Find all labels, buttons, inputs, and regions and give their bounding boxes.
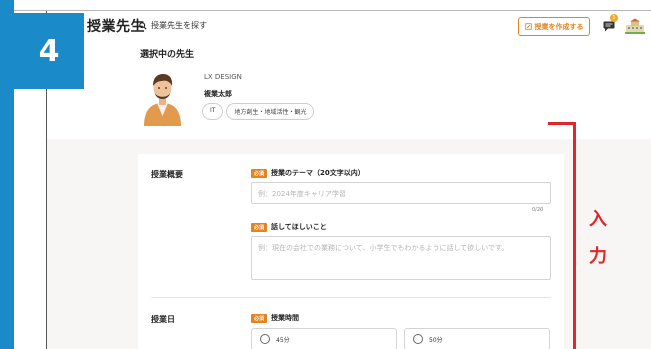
content-field-label: 必須 話してほしいこと xyxy=(251,222,327,232)
annotation-char-2: 力 xyxy=(589,246,607,267)
time-label-text: 授業時間 xyxy=(271,314,300,322)
required-badge: 必須 xyxy=(251,313,268,323)
content-textarea[interactable]: 例：現在の会社での業務について、小学生でもわかるように話して欲しいです。 xyxy=(251,236,551,280)
search-label: 授業先生を探す xyxy=(151,21,207,30)
form-card: 授業概要 必須 授業のテーマ（20文字以内） 例：2024年度キャリア学習 0/… xyxy=(138,154,564,349)
search-icon xyxy=(139,21,147,30)
frame-left-bar xyxy=(0,0,14,349)
content-label-text: 話してほしいこと xyxy=(271,223,327,231)
overview-section-label: 授業概要 xyxy=(151,170,183,179)
app-header: 授業先生 授業先生を探す 授業を作成する 1 xyxy=(47,11,651,41)
notification-badge: 1 xyxy=(610,14,618,22)
search-link[interactable]: 授業先生を探す xyxy=(139,20,207,31)
edit-icon xyxy=(524,23,532,30)
teacher-avatar xyxy=(140,71,185,126)
time-field-label: 必須 授業時間 xyxy=(251,313,299,323)
radio-circle-icon xyxy=(260,334,270,344)
annotation-bracket-line xyxy=(573,122,576,349)
create-class-button[interactable]: 授業を作成する xyxy=(518,17,590,36)
date-section-label: 授業日 xyxy=(151,315,175,324)
create-class-label: 授業を作成する xyxy=(534,22,584,31)
tag-chip: IT xyxy=(202,103,224,120)
school-avatar-icon[interactable] xyxy=(625,18,645,34)
app-window: 授業先生 授業先生を探す 授業を作成する 1 選択中の先生 LX DESIGN … xyxy=(46,11,651,349)
theme-char-counter: 0/20 xyxy=(532,207,544,213)
theme-input[interactable]: 例：2024年度キャリア学習 xyxy=(251,182,551,204)
app-logo[interactable]: 授業先生 xyxy=(87,16,145,36)
annotation-bracket-top xyxy=(548,122,575,125)
time-option-label: 45分 xyxy=(276,336,290,344)
teacher-tags: IT 地方創生・地域活性・観光 xyxy=(202,103,315,120)
tag-chip: 地方創生・地域活性・観光 xyxy=(226,103,315,120)
section-divider xyxy=(151,297,551,298)
time-option-label: 50分 xyxy=(429,336,443,344)
theme-field-label: 必須 授業のテーマ（20文字以内） xyxy=(251,168,365,178)
teacher-name: 複業太郎 xyxy=(204,90,232,98)
annotation-char-1: 入 xyxy=(589,209,607,230)
selected-teacher-heading: 選択中の先生 xyxy=(140,50,195,60)
theme-label-text: 授業のテーマ（20文字以内） xyxy=(271,169,365,177)
teacher-company: LX DESIGN xyxy=(204,73,242,81)
required-badge: 必須 xyxy=(251,222,268,232)
required-badge: 必須 xyxy=(251,168,268,178)
time-option-50[interactable]: 50分 xyxy=(404,328,550,349)
time-option-45[interactable]: 45分 xyxy=(251,328,397,349)
step-number-badge: 4 xyxy=(14,13,84,89)
frame-top-strip xyxy=(14,0,651,10)
radio-circle-icon xyxy=(413,334,423,344)
chat-icon[interactable] xyxy=(603,21,615,32)
